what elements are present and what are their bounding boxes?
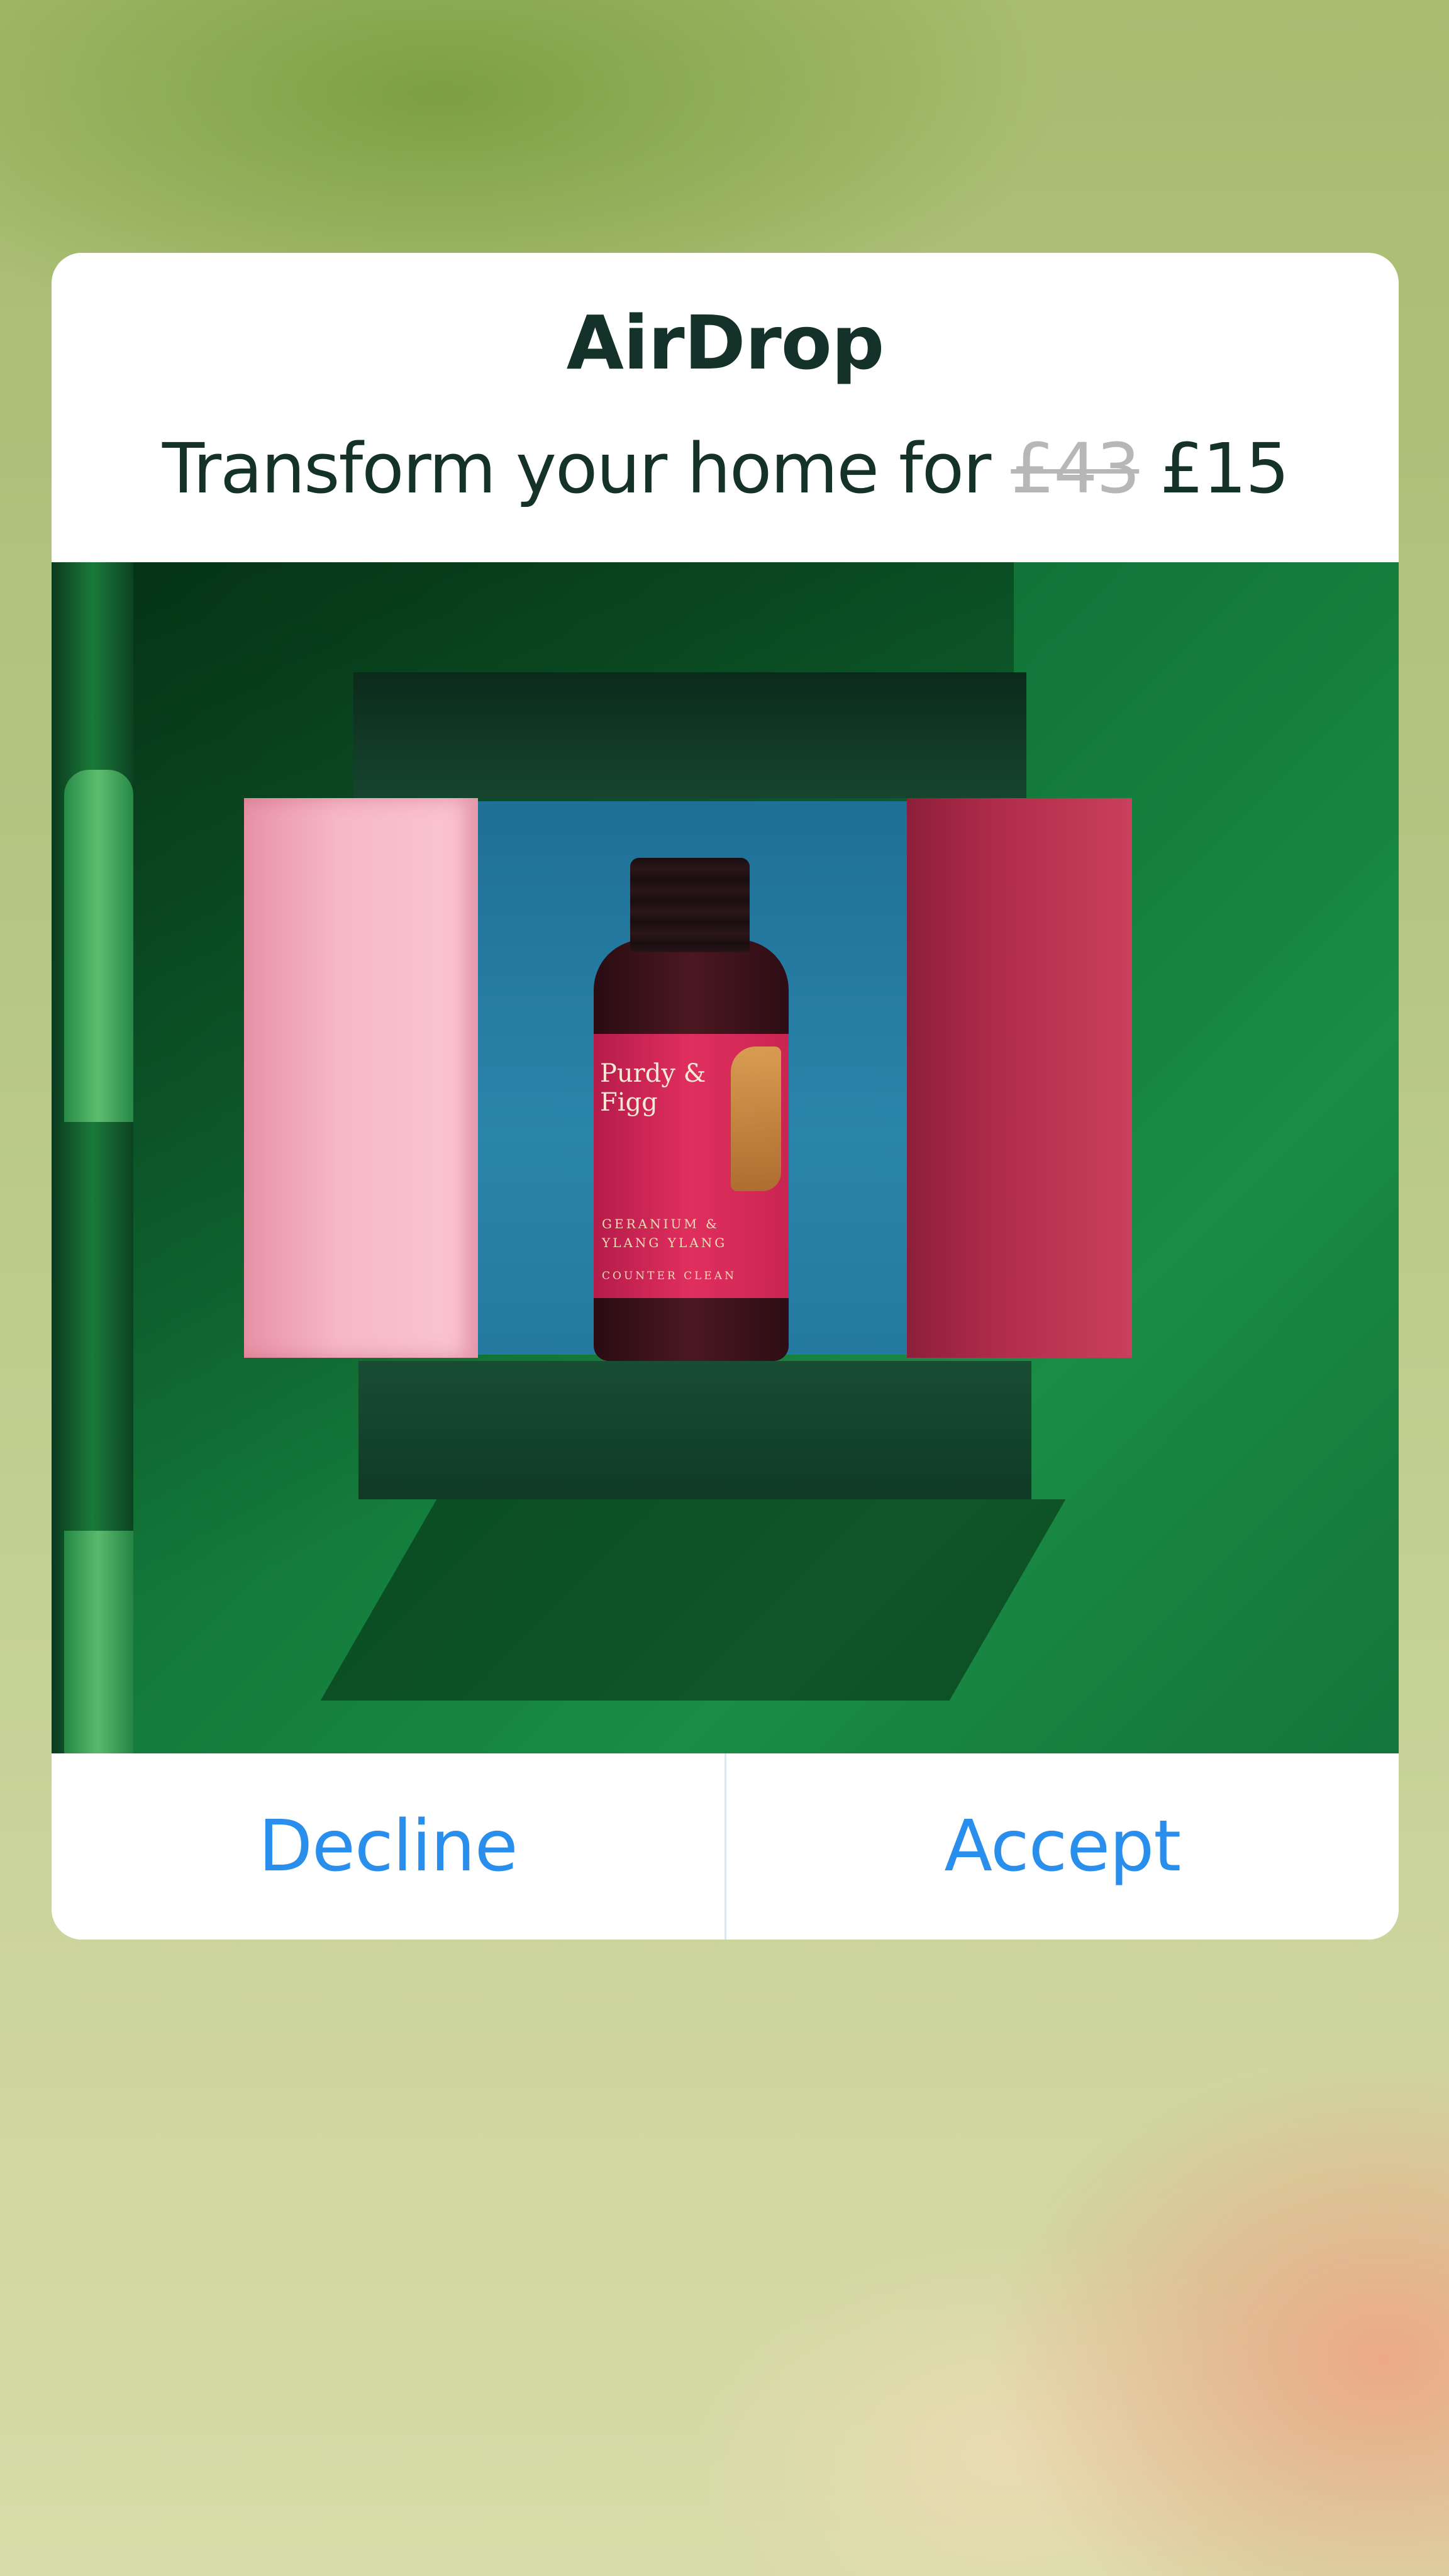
label-scent-line-2: YLANG YLANG (602, 1235, 728, 1250)
airdrop-dialog: AirDrop Transform your home for £43 £15 … (52, 253, 1399, 1940)
pipe-highlight (64, 770, 133, 1122)
accept-button[interactable]: Accept (726, 1753, 1399, 1940)
label-product-line: COUNTER CLEAN (602, 1270, 736, 1282)
pipe-highlight-lower (64, 1531, 133, 1753)
shelf-bottom (358, 1361, 1031, 1499)
label-scent-line-1: GERANIUM & (602, 1216, 719, 1231)
gift-box-right-flap (907, 798, 1132, 1358)
dialog-message: Transform your home for £43 £15 (52, 434, 1399, 503)
decline-button[interactable]: Decline (52, 1753, 724, 1940)
shelf-shadow (320, 1499, 1066, 1701)
shelf-top (353, 672, 1026, 798)
new-price: £15 (1160, 428, 1289, 509)
dialog-actions: Decline Accept (52, 1753, 1399, 1940)
label-brand: Purdy & Figg (600, 1059, 706, 1117)
message-text: Transform your home for (162, 428, 991, 509)
old-price: £43 (1011, 428, 1140, 509)
dialog-header: AirDrop Transform your home for £43 £15 (52, 253, 1399, 562)
gift-box-left-flap (244, 798, 478, 1358)
bottle-cap (630, 858, 750, 952)
product-image: Purdy & Figg GERANIUM & YLANG YLANG COUN… (52, 562, 1399, 1753)
dialog-title: AirDrop (566, 299, 885, 386)
